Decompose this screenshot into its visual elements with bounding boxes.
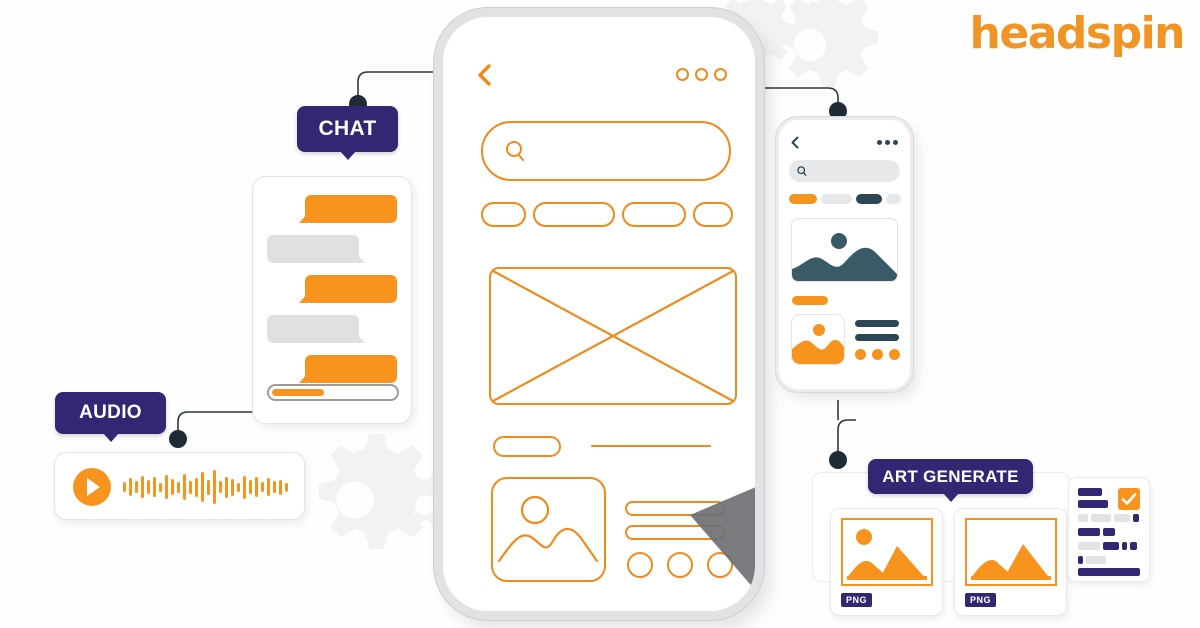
form-row: [1078, 528, 1115, 536]
chat-bubble-outgoing: [299, 355, 397, 383]
text-bar: [855, 334, 899, 341]
connector-dot-audio: [169, 430, 187, 448]
form-row: [1078, 488, 1102, 496]
badge-chat[interactable]: CHAT: [297, 106, 398, 160]
filter-chip[interactable]: [886, 194, 901, 204]
waveform-bar: [189, 480, 192, 494]
image-icon[interactable]: [791, 314, 845, 365]
waveform-bar: [177, 481, 180, 493]
file-type-badge: PNG: [965, 593, 997, 607]
menu-circle: [676, 68, 689, 81]
label-pill: [792, 296, 828, 305]
waveform-bar: [267, 478, 270, 496]
search-input[interactable]: [481, 121, 731, 181]
form-row: [1078, 556, 1106, 564]
connector-dot-art: [829, 451, 847, 469]
waveform-bar: [195, 477, 198, 497]
label-pill: [493, 436, 561, 457]
filter-chip[interactable]: [693, 202, 733, 227]
file-type-badge: PNG: [841, 593, 873, 607]
waveform-bar: [213, 470, 216, 504]
waveform-bar: [237, 482, 240, 492]
mountain-landscape-icon: [791, 218, 898, 282]
image-icon[interactable]: [491, 477, 606, 582]
audio-message-player: [54, 452, 305, 520]
form-row: [1078, 500, 1108, 508]
waveform-bar: [207, 479, 210, 495]
three-dots-menu-icon[interactable]: [877, 140, 898, 145]
chevron-left-icon[interactable]: [791, 136, 799, 149]
chat-bubble-incoming: [267, 235, 365, 263]
main-phone-topbar: [477, 62, 727, 92]
input-progress-fill: [272, 389, 324, 396]
search-icon: [797, 166, 807, 176]
headspin-logo: headspin: [969, 8, 1186, 59]
waveform-bar: [273, 481, 276, 493]
waveform-bar: [165, 475, 168, 499]
filter-chip[interactable]: [820, 194, 853, 204]
filter-chip[interactable]: [789, 194, 817, 204]
main-phone-screen: [443, 17, 755, 611]
waveform-bar: [225, 476, 228, 498]
divider-line: [591, 445, 711, 447]
art-result-card[interactable]: PNG: [954, 508, 1067, 616]
form-row: [1078, 568, 1140, 576]
search-icon: [506, 141, 524, 161]
action-dots: [855, 349, 900, 360]
chat-message-input[interactable]: [267, 384, 399, 401]
waveform-bar: [231, 478, 234, 496]
form-row: [1078, 542, 1137, 550]
text-bar: [855, 320, 899, 327]
badge-art-generate[interactable]: ART GENERATE: [868, 459, 1033, 502]
filter-chips: [481, 202, 733, 227]
waveform-bar: [147, 480, 150, 494]
waveform-bar: [141, 476, 144, 498]
filter-chips: [789, 194, 901, 204]
main-phone-wireframe[interactable]: [434, 8, 764, 620]
form-row: [1078, 514, 1139, 522]
waveform-bar: [201, 472, 204, 502]
page-fold-shadow: [690, 487, 755, 591]
filter-chip[interactable]: [856, 194, 883, 204]
waveform-bar: [171, 479, 174, 495]
waveform-bar: [249, 480, 252, 494]
menu-circle: [695, 68, 708, 81]
waveform-bar: [123, 482, 126, 492]
chat-conversation-panel: [252, 176, 412, 424]
filter-chip[interactable]: [622, 202, 686, 227]
waveform-bar: [285, 482, 288, 492]
waveform-bar: [243, 475, 246, 499]
image-mountain-icon: [841, 518, 933, 586]
chat-bubble-incoming: [267, 315, 365, 343]
image-mountain-icon: [965, 518, 1057, 586]
canvas: headspin PNG PNG CHAT AUDIO ART GENERATE: [0, 0, 1200, 628]
search-input[interactable]: [789, 160, 900, 182]
waveform-bar: [255, 477, 258, 497]
chevron-left-icon[interactable]: [477, 64, 491, 86]
waveform-bar: [135, 481, 138, 493]
waveform-bar: [159, 482, 162, 492]
filter-chip[interactable]: [533, 202, 615, 227]
play-icon[interactable]: [73, 468, 111, 506]
waveform-bar: [219, 481, 222, 493]
menu-circle: [714, 68, 727, 81]
check-icon[interactable]: [1118, 488, 1140, 510]
small-phone-mockup[interactable]: [776, 117, 913, 392]
filter-chip[interactable]: [481, 202, 526, 227]
waveform-bar: [279, 479, 282, 495]
badge-audio[interactable]: AUDIO: [55, 392, 166, 442]
waveform-bar: [153, 477, 156, 497]
chat-bubble-outgoing: [299, 275, 397, 303]
waveform-bar: [261, 482, 264, 492]
settings-form-panel: [1068, 477, 1150, 582]
action-circle[interactable]: [627, 552, 653, 578]
waveform-bar: [183, 474, 186, 500]
audio-waveform: [123, 469, 288, 505]
art-result-card[interactable]: PNG: [830, 508, 943, 616]
image-placeholder-x-icon: [489, 267, 737, 405]
waveform-bar: [129, 478, 132, 496]
chat-bubble-outgoing: [299, 195, 397, 223]
three-circles-menu-icon[interactable]: [676, 68, 727, 81]
